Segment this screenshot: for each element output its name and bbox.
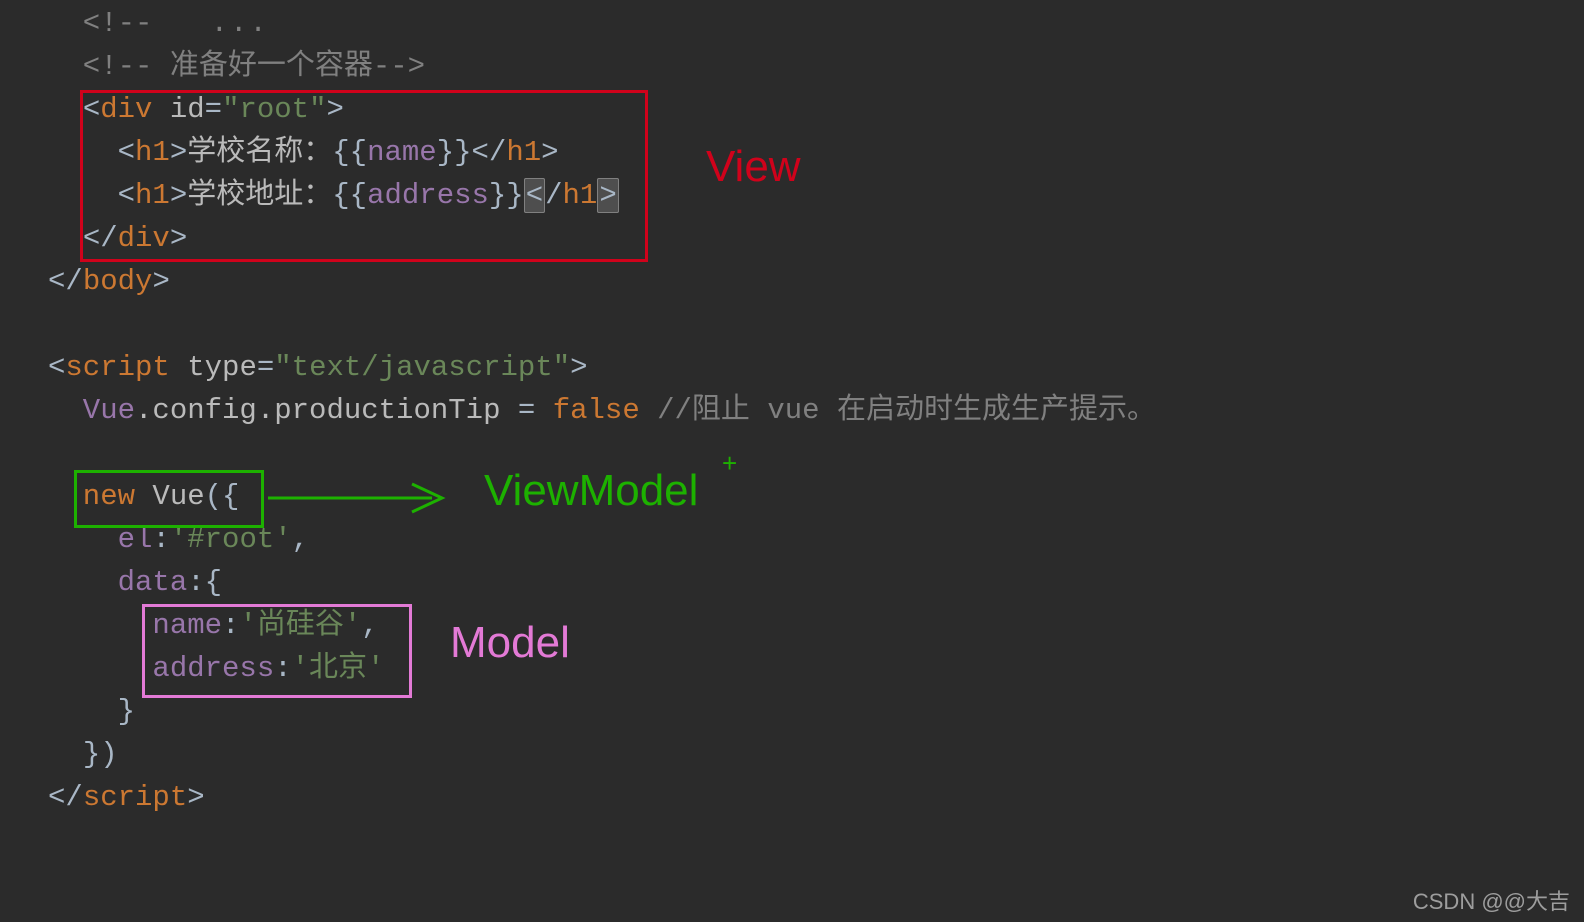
model-box bbox=[142, 604, 412, 698]
code-line-18: }) bbox=[0, 733, 1450, 776]
code-line-10: Vue.config.productionTip = false //阻止 vu… bbox=[0, 389, 1450, 432]
code-line-19: </script> bbox=[0, 776, 1450, 819]
code-line-14: data:{ bbox=[0, 561, 1450, 604]
label-view: View bbox=[706, 142, 801, 192]
arrow-icon bbox=[262, 470, 472, 526]
code-line-1: <!-- ... bbox=[0, 2, 1450, 45]
viewmodel-box bbox=[74, 470, 264, 528]
watermark: CSDN @@大吉 bbox=[1413, 884, 1570, 916]
view-box bbox=[80, 90, 648, 262]
label-viewmodel: ViewModel bbox=[484, 466, 698, 516]
code-line-7: </body> bbox=[0, 260, 1450, 303]
label-model: Model bbox=[450, 618, 570, 668]
code-line-8 bbox=[0, 303, 1450, 346]
editor-stage: <!-- ... <!-- 准备好一个容器--> <div id="root">… bbox=[0, 0, 1584, 922]
code-line-2: <!-- 准备好一个容器--> bbox=[0, 45, 1450, 88]
code-line-9: <script type="text/javascript"> bbox=[0, 346, 1450, 389]
plus-symbol: + bbox=[722, 448, 737, 479]
